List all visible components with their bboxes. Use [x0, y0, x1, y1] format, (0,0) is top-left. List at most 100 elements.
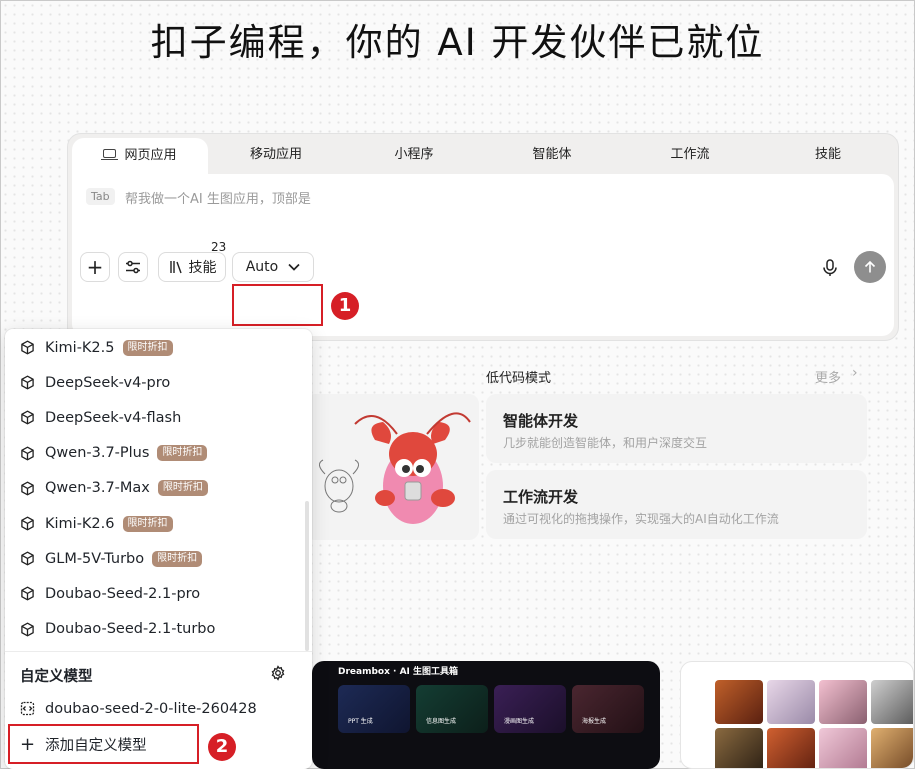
model-option[interactable]: GLM-5V-Turbo 限时折扣 — [5, 541, 312, 576]
microphone-icon[interactable] — [820, 258, 840, 278]
model-name: GLM-5V-Turbo — [45, 550, 145, 567]
workflow-dev-title: 工作流开发 — [503, 488, 579, 506]
gallery-thumb — [767, 680, 815, 724]
arrow-up-icon — [864, 260, 876, 273]
dreambox-poster-card: 海报生成 — [572, 685, 644, 733]
model-cube-icon — [21, 340, 34, 355]
annotation-box-2 — [8, 724, 199, 764]
dropdown-scrollbar[interactable] — [305, 501, 309, 651]
lobster-illustration — [319, 412, 471, 524]
tab-label: 网页应用 — [124, 148, 177, 163]
tab-mobile-app[interactable]: 移动应用 — [218, 134, 334, 174]
annotation-number-1: 1 — [331, 292, 359, 320]
skills-label: 技能 — [188, 260, 217, 276]
dreambox-title: Dreambox · AI 生图工具箱 — [338, 667, 459, 677]
model-name: Qwen-3.7-Max — [45, 480, 150, 497]
model-name: DeepSeek-v4-pro — [45, 374, 171, 391]
model-option[interactable]: Doubao-Seed-2.1-pro — [5, 576, 312, 611]
tab-key-hint: Tab — [86, 188, 115, 205]
chevron-right-icon[interactable]: › — [852, 365, 858, 381]
sliders-icon — [126, 260, 140, 274]
add-attachment-button[interactable]: + — [80, 252, 110, 282]
prompt-card: 网页应用 移动应用 小程序 智能体 工作流 技能 Tab 帮我做一个AI 生图应… — [67, 133, 899, 341]
model-dropdown-menu: Kimi-K2.5 限时折扣 DeepSeek-v4-pro DeepSeek-v4-… — [5, 329, 312, 769]
custom-model-item[interactable]: doubao-seed-2-0-lite-260428 — [5, 691, 312, 726]
discount-badge: 限时折扣 — [122, 515, 173, 532]
model-option[interactable]: DeepSeek-v4-pro — [5, 365, 312, 400]
tab-web-app[interactable]: 网页应用 — [72, 138, 208, 174]
model-select-label: Auto — [245, 259, 279, 275]
model-cube-icon — [21, 551, 34, 566]
model-option[interactable]: Doubao-Seed-2.1-turbo — [5, 612, 312, 647]
dreambox-infographic-card: 信息图生成 — [416, 685, 488, 733]
model-option[interactable]: Kimi-K2.5 限时折扣 — [5, 330, 312, 365]
model-name: DeepSeek-v4-flash — [45, 409, 182, 426]
tab-label: 小程序 — [394, 147, 434, 162]
dreambox-ppt-card: PPT 生成 — [338, 685, 410, 733]
model-select-button[interactable]: Auto — [232, 252, 314, 282]
lobster-mascot-image — [305, 394, 479, 540]
dreambox-card-label: 信息图生成 — [426, 718, 457, 725]
custom-model-name: doubao-seed-2-0-lite-260428 — [45, 700, 257, 717]
settings-button[interactable] — [118, 252, 148, 282]
agent-dev-card[interactable]: 智能体开发 几步就能创造智能体，和用户深度交互 — [486, 394, 867, 463]
custom-model-section-title: 自定义模型 — [20, 669, 93, 685]
tab-label: 工作流 — [670, 147, 710, 162]
tab-label: 移动应用 — [249, 147, 302, 162]
model-cube-icon — [21, 446, 34, 461]
prompt-placeholder: 帮我做一个AI 生图应用，顶部是 — [125, 192, 311, 207]
low-code-section-title: 低代码模式 — [486, 371, 552, 386]
send-button[interactable] — [854, 251, 886, 283]
gear-icon[interactable] — [270, 665, 286, 681]
discount-badge: 限时折扣 — [122, 339, 173, 356]
workflow-dev-desc: 通过可视化的拖拽操作，实现强大的AI自动化工作流 — [503, 512, 779, 526]
tab-workflow[interactable]: 工作流 — [634, 134, 746, 174]
annotation-box-1 — [232, 284, 323, 326]
gallery-thumb — [819, 728, 867, 768]
gallery-thumb — [767, 728, 815, 768]
tab-mini-program[interactable]: 小程序 — [358, 134, 470, 174]
model-name: Kimi-K2.6 — [45, 515, 115, 532]
model-option[interactable]: Qwen-3.7-Plus 限时折扣 — [5, 436, 312, 471]
dreambox-card-label: 漫画图生成 — [504, 718, 535, 725]
model-cube-icon — [21, 481, 34, 496]
dreambox-comic-card: 漫画图生成 — [494, 685, 566, 733]
model-name: Kimi-K2.5 — [45, 339, 115, 356]
image-gallery-card[interactable] — [680, 661, 914, 769]
workflow-dev-card[interactable]: 工作流开发 通过可视化的拖拽操作，实现强大的AI自动化工作流 — [486, 470, 867, 539]
model-name: Qwen-3.7-Plus — [45, 445, 150, 462]
model-option[interactable]: Qwen-3.7-Max 限时折扣 — [5, 471, 312, 506]
agent-dev-title: 智能体开发 — [503, 412, 579, 430]
model-option[interactable]: Kimi-K2.6 限时折扣 — [5, 506, 312, 541]
model-cube-icon — [21, 586, 34, 601]
model-name: Doubao-Seed-2.1-turbo — [45, 621, 216, 638]
chevron-down-icon — [288, 263, 300, 271]
custom-model-icon — [20, 701, 35, 716]
model-option[interactable]: DeepSeek-v4-flash — [5, 400, 312, 435]
books-icon — [169, 261, 182, 274]
app-type-tabs: 网页应用 移动应用 小程序 智能体 工作流 技能 — [68, 134, 898, 174]
model-cube-icon — [21, 622, 34, 637]
more-link[interactable]: 更多 — [815, 367, 841, 386]
tab-label: 智能体 — [532, 147, 572, 162]
tab-skills[interactable]: 技能 — [772, 134, 884, 174]
tab-agent[interactable]: 智能体 — [496, 134, 608, 174]
gallery-thumb — [871, 680, 913, 724]
dreambox-showcase-card[interactable]: Dreambox · AI 生图工具箱 PPT 生成 信息图生成 漫画图生成 海… — [312, 661, 660, 769]
tab-label: 技能 — [814, 147, 841, 162]
skills-button[interactable]: 技能 — [158, 252, 226, 282]
discount-badge: 限时折扣 — [152, 550, 203, 567]
gallery-thumb — [871, 728, 913, 768]
agent-dev-desc: 几步就能创造智能体，和用户深度交互 — [503, 436, 708, 450]
model-cube-icon — [21, 410, 34, 425]
dreambox-card-label: PPT 生成 — [348, 718, 373, 725]
annotation-number-2: 2 — [208, 733, 236, 761]
model-cube-icon — [21, 516, 34, 531]
page-title: 扣子编程，你的 AI 开发伙伴已就位 — [150, 21, 765, 64]
gallery-thumb — [819, 680, 867, 724]
discount-badge: 限时折扣 — [157, 445, 208, 462]
skill-count-badge: 23 — [211, 240, 227, 254]
model-cube-icon — [21, 375, 34, 390]
menu-divider — [5, 651, 312, 652]
gallery-thumb — [715, 680, 763, 724]
